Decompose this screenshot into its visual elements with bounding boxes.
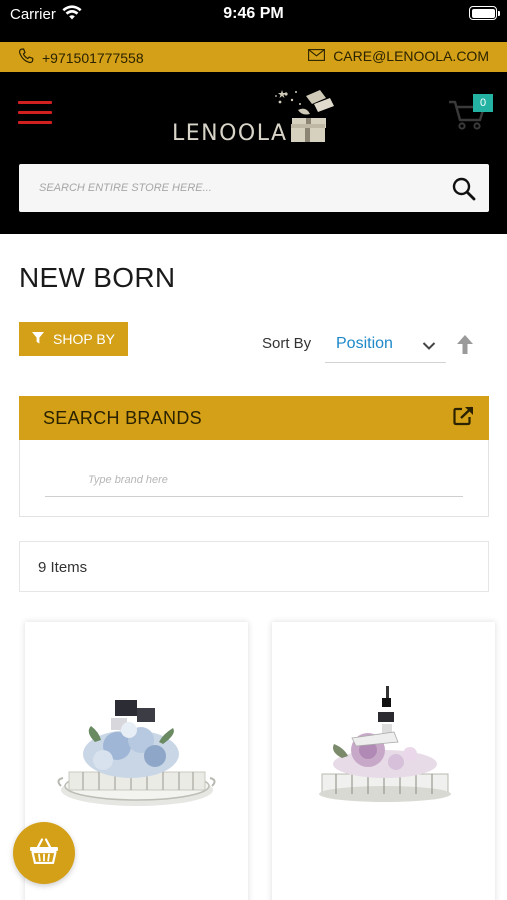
search-brands-panel: SEARCH BRANDS <box>19 396 489 517</box>
email-address: CARE@LENOOLA.COM <box>333 48 489 64</box>
sort-select[interactable]: Position <box>325 326 446 363</box>
cart-count-badge: 0 <box>473 94 493 112</box>
site-header: LENOOLA 0 <box>0 72 507 234</box>
logo-text: LENOOLA <box>172 121 288 146</box>
search-input[interactable] <box>19 164 439 212</box>
page-title: NEW BORN <box>19 262 176 293</box>
phone-icon <box>18 48 34 67</box>
basket-button[interactable] <box>13 822 75 884</box>
battery-icon <box>469 6 500 20</box>
site-logo[interactable]: LENOOLA <box>170 88 340 148</box>
external-link-icon[interactable] <box>453 406 475 431</box>
contact-email[interactable]: CARE@LENOOLA.COM <box>308 48 489 64</box>
items-count: 9 Items <box>19 541 489 592</box>
contact-phone[interactable]: +971501777558 <box>18 48 144 67</box>
phone-number: +971501777558 <box>42 49 144 66</box>
clock: 9:46 PM <box>223 5 284 22</box>
chevron-down-icon <box>422 338 436 356</box>
sort-value: Position <box>336 335 393 352</box>
menu-icon[interactable] <box>18 100 52 126</box>
sort-by-label: Sort By <box>262 335 312 352</box>
brand-search-input[interactable] <box>45 463 463 497</box>
product-card[interactable] <box>272 622 495 900</box>
logo-box-icon <box>291 124 325 142</box>
header-top-band <box>0 28 507 42</box>
contact-bar: +971501777558 CARE@LENOOLA.COM <box>0 42 507 72</box>
shop-by-label: SHOP BY <box>53 331 115 347</box>
search-icon[interactable] <box>451 176 477 202</box>
basket-icon <box>29 837 59 869</box>
shop-by-button[interactable]: SHOP BY <box>19 322 128 356</box>
search-bar <box>19 164 489 212</box>
filter-icon <box>32 331 44 347</box>
product-image[interactable] <box>302 682 465 812</box>
mail-icon <box>308 48 326 64</box>
sort-arrow-up-icon[interactable] <box>457 335 473 359</box>
product-image[interactable] <box>55 682 218 812</box>
status-bar: Carrier 9:46 PM <box>0 0 507 28</box>
search-brands-title: SEARCH BRANDS <box>43 408 202 428</box>
search-brands-header: SEARCH BRANDS <box>19 396 489 440</box>
